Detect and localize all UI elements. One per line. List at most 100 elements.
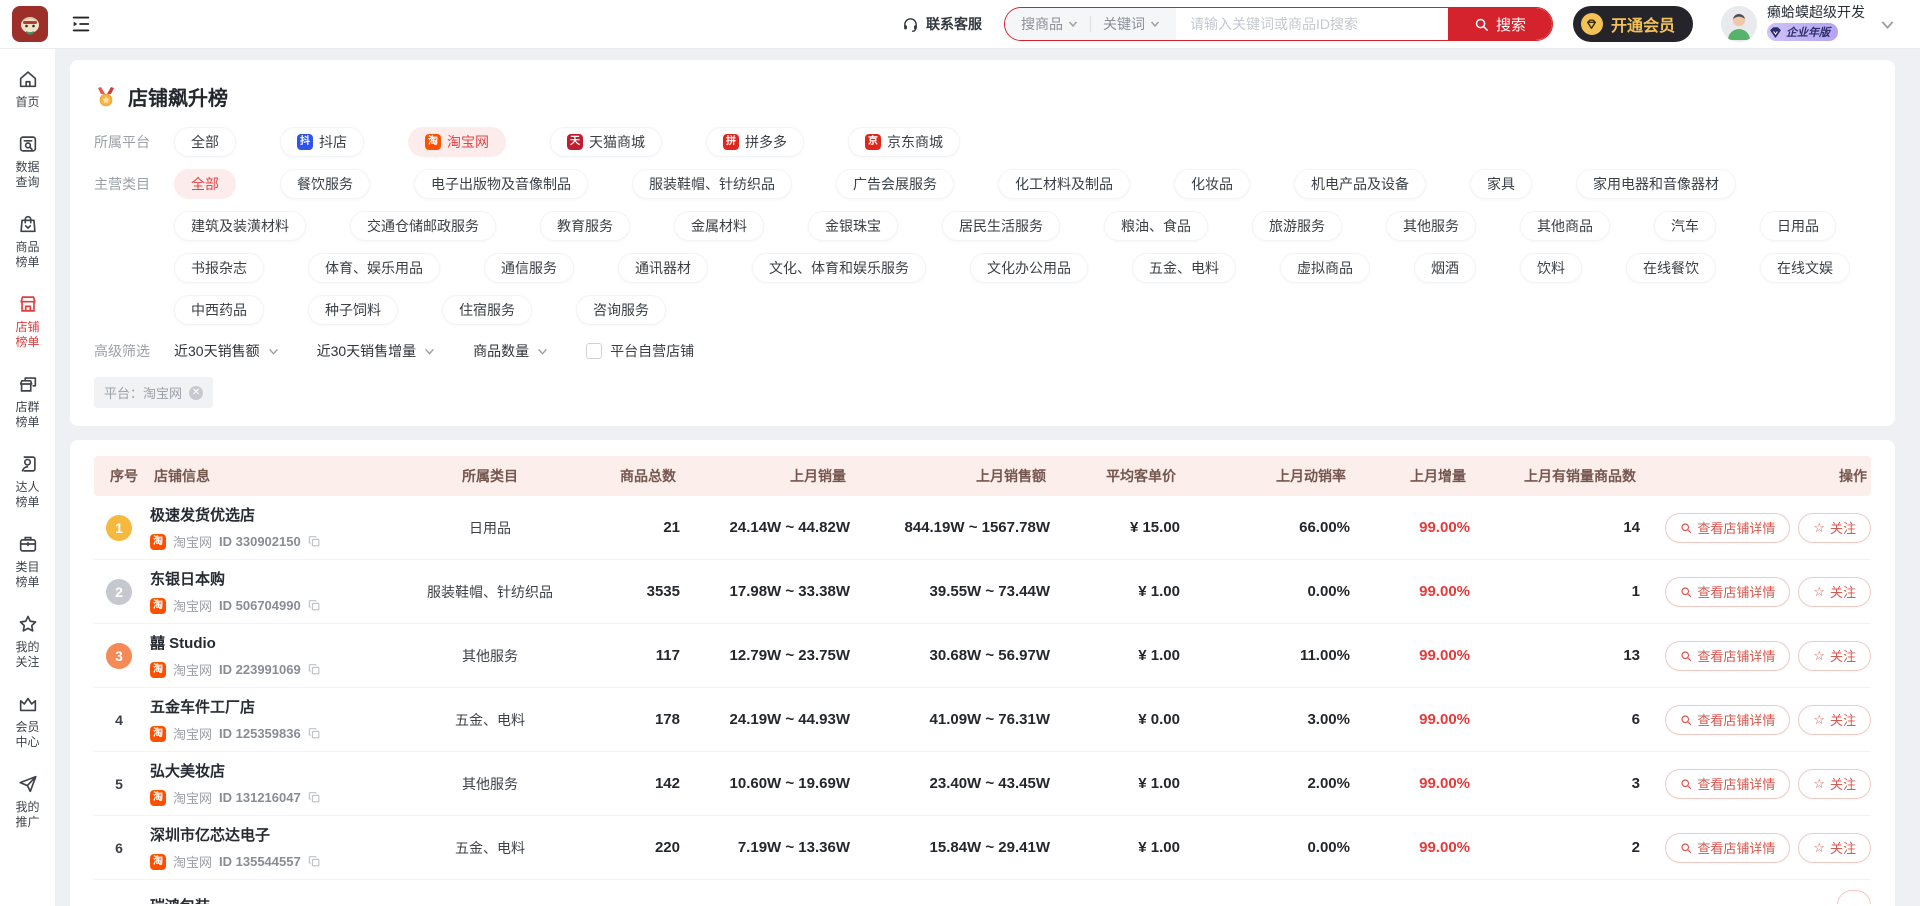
platform-chip[interactable]: 拼 拼多多 xyxy=(706,127,804,157)
sidebar-item-shop-group-ranking[interactable]: 店群榜单 xyxy=(0,363,55,439)
sidebar-collapse-toggle[interactable] xyxy=(70,13,92,35)
search-button[interactable]: 搜索 xyxy=(1448,8,1552,40)
category-chip[interactable]: 在线文娱 xyxy=(1760,253,1850,283)
follow-button[interactable]: ☆ 关注 xyxy=(1798,641,1871,671)
store-name[interactable]: 深圳市亿芯达电子 xyxy=(150,824,400,845)
category-chip[interactable]: 通信服务 xyxy=(484,253,574,283)
store-name[interactable]: 弘大美妆店 xyxy=(150,760,400,781)
sales-growth-dropdown[interactable]: 近30天销售增量 xyxy=(317,341,436,361)
sidebar-item-data-query[interactable]: 数据查询 xyxy=(0,123,55,199)
category-chip[interactable]: 饮料 xyxy=(1520,253,1582,283)
category-chip[interactable]: 种子饲料 xyxy=(308,295,398,325)
category-chip[interactable]: 书报杂志 xyxy=(174,253,264,283)
category-chip[interactable]: 五金、电料 xyxy=(1132,253,1236,283)
category-chip[interactable]: 其他商品 xyxy=(1520,211,1610,241)
store-name[interactable]: 五金车件工厂店 xyxy=(150,696,400,717)
category-chip[interactable]: 交通仓储邮政服务 xyxy=(350,211,496,241)
category-chip[interactable]: 在线餐饮 xyxy=(1626,253,1716,283)
category-chip[interactable]: 服装鞋帽、针纺织品 xyxy=(632,169,792,199)
category-chip[interactable]: 餐饮服务 xyxy=(280,169,370,199)
self-operated-checkbox-row[interactable]: 平台自营店铺 xyxy=(586,341,694,361)
sidebar-item-category-ranking[interactable]: 类目榜单 xyxy=(0,523,55,599)
search-icon xyxy=(1680,842,1692,854)
platform-chip[interactable]: 抖 抖店 xyxy=(280,127,364,157)
follow-button[interactable]: ☆ 关注 xyxy=(1798,577,1871,607)
copy-icon[interactable] xyxy=(308,535,321,548)
category-chip[interactable]: 日用品 xyxy=(1760,211,1836,241)
category-chip[interactable]: 烟酒 xyxy=(1414,253,1476,283)
category-chip[interactable]: 虚拟商品 xyxy=(1280,253,1370,283)
copy-icon[interactable] xyxy=(308,791,321,804)
store-name[interactable]: 瑞鸿包装 xyxy=(150,895,400,905)
self-operated-checkbox[interactable] xyxy=(586,343,602,359)
store-name[interactable]: 东银日本购 xyxy=(150,568,400,589)
search-scope-keyword-dropdown[interactable]: 关键词 xyxy=(1091,14,1172,34)
search-scope-product-dropdown[interactable]: 搜商品 xyxy=(1009,14,1090,34)
view-store-detail-button[interactable]: 查看店铺详情 xyxy=(1665,705,1790,735)
chevron-down-icon xyxy=(1068,19,1078,29)
user-menu[interactable]: 癞蛤蟆超级开发 企业年版 xyxy=(1721,4,1894,44)
category-chip[interactable]: 文化办公用品 xyxy=(970,253,1088,283)
platform-chip[interactable]: 淘 淘宝网 xyxy=(408,127,506,157)
sales-amount-dropdown[interactable]: 近30天销售额 xyxy=(174,341,279,361)
product-count-dropdown[interactable]: 商品数量 xyxy=(473,341,548,361)
follow-button[interactable]: ☆ 关注 xyxy=(1798,769,1871,799)
category-chip[interactable]: 其他服务 xyxy=(1386,211,1476,241)
sidebar-item-member-center[interactable]: 会员中心 xyxy=(0,683,55,759)
remove-filter-icon[interactable]: ✕ xyxy=(189,386,203,400)
category-chip[interactable]: 通讯器材 xyxy=(618,253,708,283)
sidebar-item-home[interactable]: 首页 xyxy=(0,58,55,119)
view-store-detail-button[interactable]: 查看店铺详情 xyxy=(1665,513,1790,543)
sidebar-item-product-ranking[interactable]: 商品榜单 xyxy=(0,203,55,279)
copy-icon[interactable] xyxy=(308,599,321,612)
category-chip[interactable]: 机电产品及设备 xyxy=(1294,169,1426,199)
avg-price-cell: ¥ 1.00 xyxy=(1050,839,1180,856)
view-store-detail-button[interactable]: 查看店铺详情 xyxy=(1665,577,1790,607)
search-input[interactable] xyxy=(1176,8,1448,40)
category-chip[interactable]: 家具 xyxy=(1470,169,1532,199)
category-chip[interactable]: 中西药品 xyxy=(174,295,264,325)
copy-icon[interactable] xyxy=(308,855,321,868)
view-store-detail-button[interactable] xyxy=(1837,890,1871,904)
category-chip[interactable]: 汽车 xyxy=(1654,211,1716,241)
open-membership-button[interactable]: 开通会员 xyxy=(1573,6,1693,42)
category-chip[interactable]: 教育服务 xyxy=(540,211,630,241)
follow-button[interactable]: ☆ 关注 xyxy=(1798,833,1871,863)
store-name[interactable]: 极速发货优选店 xyxy=(150,504,400,525)
platform-chip[interactable]: 京 京东商城 xyxy=(848,127,960,157)
platform-chip[interactable]: 全部 xyxy=(174,127,236,157)
category-chip[interactable]: 金属材料 xyxy=(674,211,764,241)
category-chip[interactable]: 建筑及装潢材料 xyxy=(174,211,306,241)
category-chip[interactable]: 全部 xyxy=(174,169,236,199)
sidebar-item-my-follow[interactable]: 我的关注 xyxy=(0,603,55,679)
copy-icon[interactable] xyxy=(308,727,321,740)
category-chip[interactable]: 化妆品 xyxy=(1174,169,1250,199)
category-chip[interactable]: 体育、娱乐用品 xyxy=(308,253,440,283)
follow-button[interactable]: ☆ 关注 xyxy=(1798,705,1871,735)
follow-button[interactable]: ☆ 关注 xyxy=(1798,513,1871,543)
sidebar-item-influencer-ranking[interactable]: 达人榜单 xyxy=(0,443,55,519)
view-store-detail-button[interactable]: 查看店铺详情 xyxy=(1665,833,1790,863)
view-store-detail-button[interactable]: 查看店铺详情 xyxy=(1665,641,1790,671)
copy-icon[interactable] xyxy=(308,663,321,676)
contact-support-button[interactable]: 联系客服 xyxy=(902,14,982,34)
view-store-detail-button[interactable]: 查看店铺详情 xyxy=(1665,769,1790,799)
category-chip[interactable]: 文化、体育和娱乐服务 xyxy=(752,253,926,283)
category-chip[interactable]: 居民生活服务 xyxy=(942,211,1060,241)
category-chip[interactable]: 粮油、食品 xyxy=(1104,211,1208,241)
category-chip[interactable]: 化工材料及制品 xyxy=(998,169,1130,199)
category-chip-label: 金银珠宝 xyxy=(825,216,881,236)
category-chip[interactable]: 住宿服务 xyxy=(442,295,532,325)
app-logo[interactable] xyxy=(12,6,48,42)
category-chip[interactable]: 金银珠宝 xyxy=(808,211,898,241)
category-chip[interactable]: 广告会展服务 xyxy=(836,169,954,199)
membership-badge: 企业年版 xyxy=(1767,23,1838,41)
category-chip[interactable]: 旅游服务 xyxy=(1252,211,1342,241)
sidebar-item-my-promotion[interactable]: 我的推广 xyxy=(0,763,55,839)
category-chip[interactable]: 电子出版物及音像制品 xyxy=(414,169,588,199)
category-chip[interactable]: 家用电器和音像器材 xyxy=(1576,169,1736,199)
category-chip[interactable]: 咨询服务 xyxy=(576,295,666,325)
platform-chip[interactable]: 天 天猫商城 xyxy=(550,127,662,157)
store-name[interactable]: 囍 Studio xyxy=(150,632,400,653)
sidebar-item-shop-ranking[interactable]: 店铺榜单 xyxy=(0,283,55,359)
